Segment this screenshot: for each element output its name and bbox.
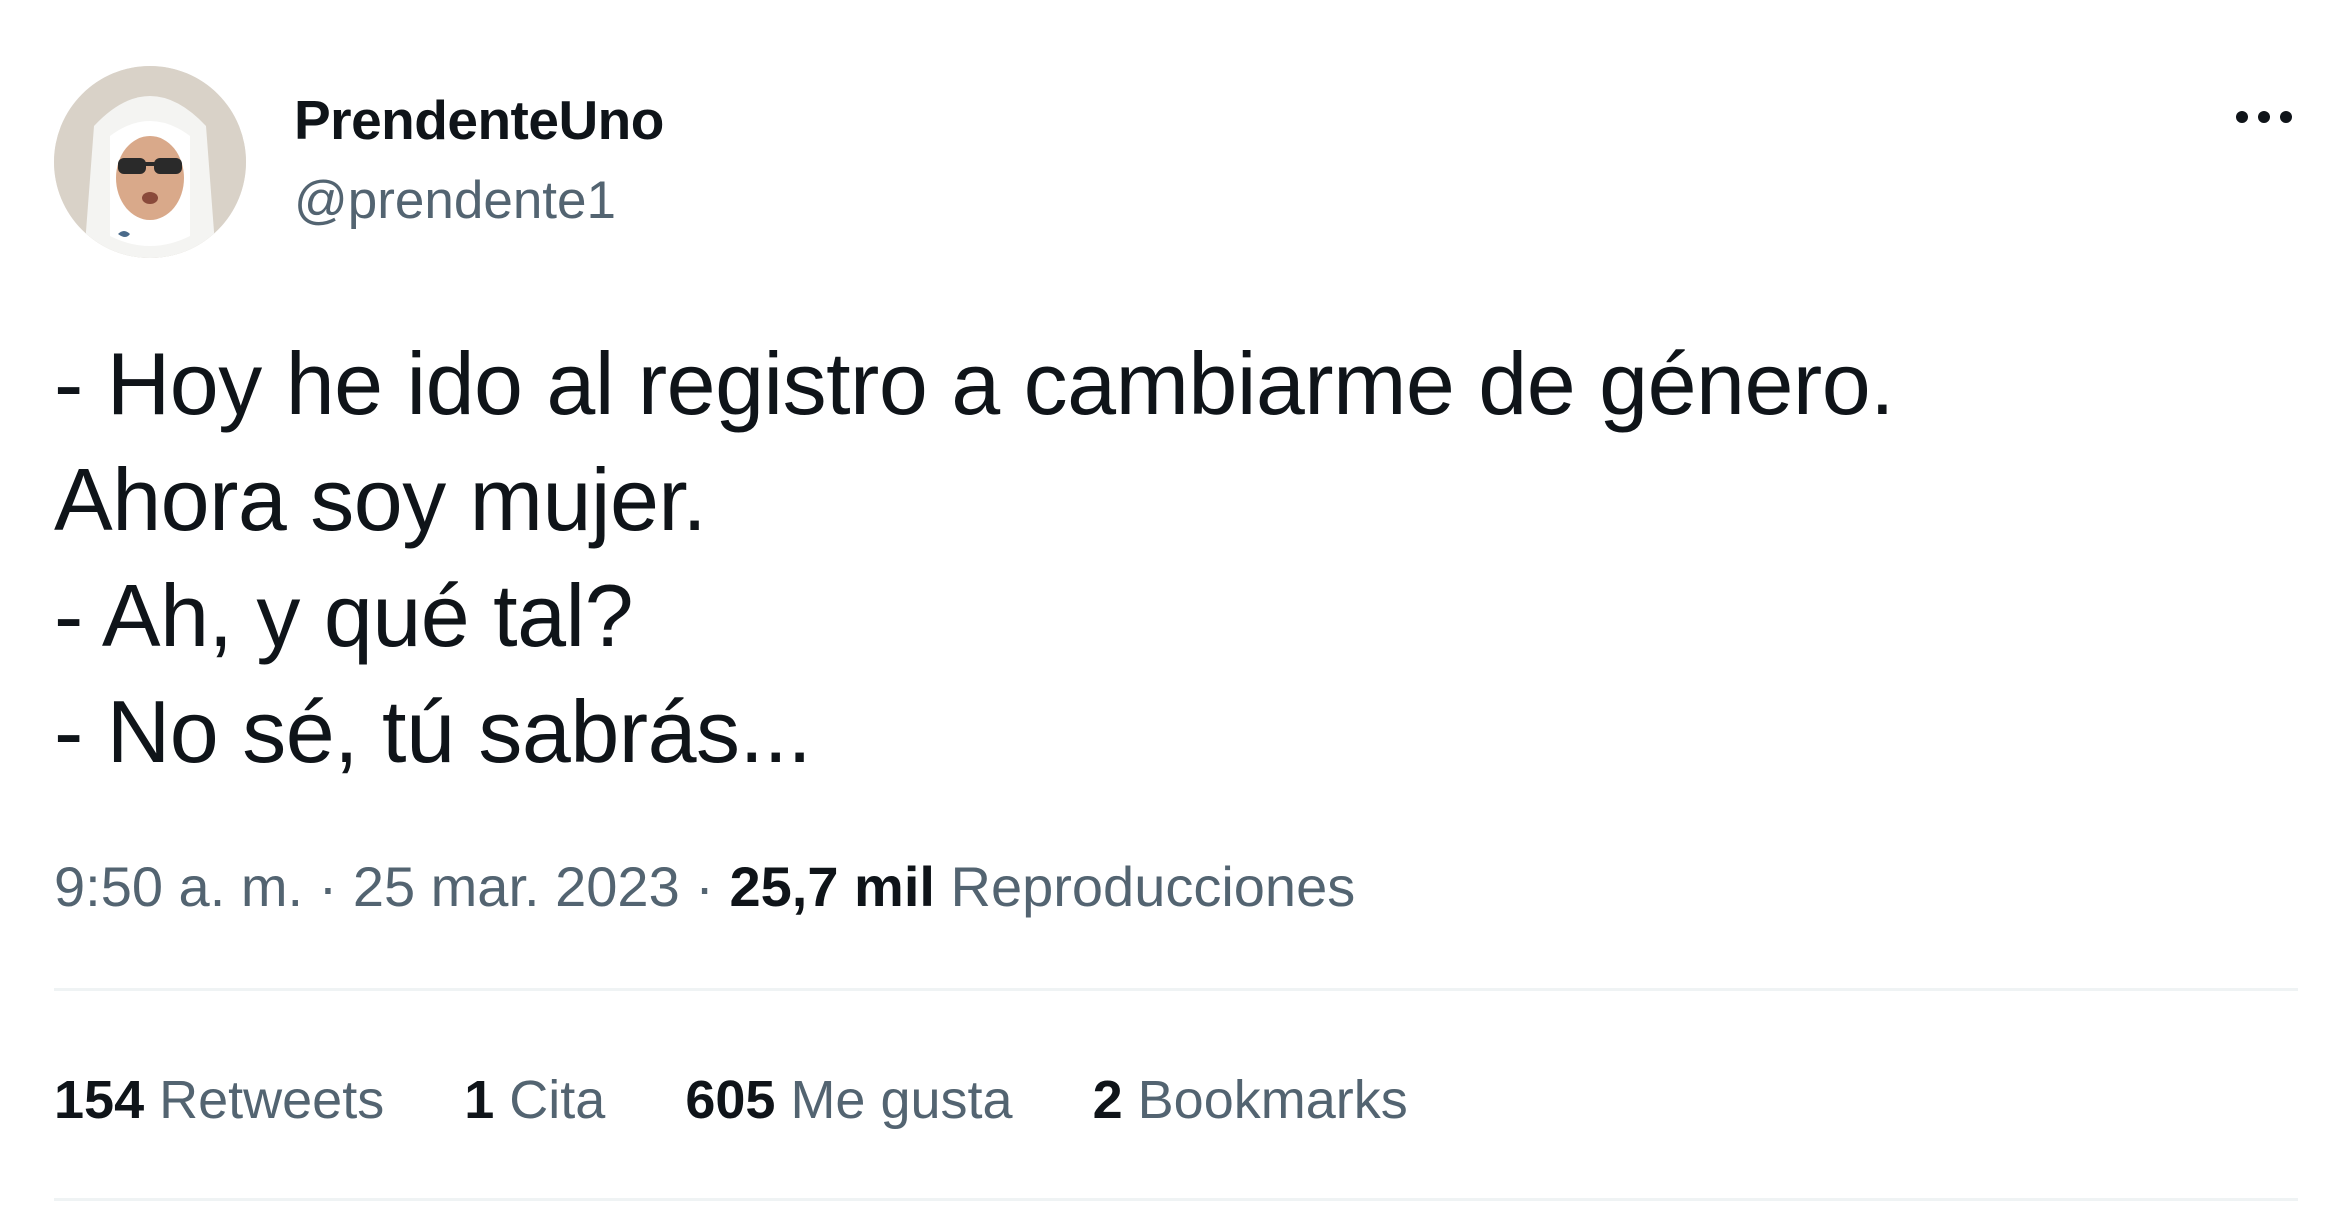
stat-count: 154	[54, 1070, 145, 1130]
avatar-image	[54, 66, 246, 258]
tweet-time[interactable]: 9:50 a. m.	[54, 855, 303, 918]
tweet-text-line: Ahora soy mujer.	[54, 450, 707, 549]
more-options-button[interactable]	[2228, 92, 2300, 142]
divider	[54, 1198, 2298, 1201]
tweet-metadata: 9:50 a. m. · 25 mar. 2023 · 25,7 mil Rep…	[54, 854, 1355, 920]
stat-retweets[interactable]: 154 Retweets	[54, 1068, 384, 1132]
meta-separator: ·	[318, 855, 338, 918]
stat-label: Bookmarks	[1137, 1070, 1408, 1130]
stat-label: Cita	[509, 1070, 606, 1130]
avatar[interactable]	[54, 66, 246, 258]
tweet-date[interactable]: 25 mar. 2023	[353, 855, 680, 918]
stat-quotes[interactable]: 1 Cita	[464, 1068, 605, 1132]
engagement-stats: 154 Retweets 1 Cita 605 Me gusta 2 Bookm…	[54, 1068, 1488, 1132]
stat-label: Me gusta	[790, 1070, 1013, 1130]
more-horizontal-icon	[2236, 111, 2292, 123]
tweet-card: PrendenteUno @prendente1 - Hoy he ido al…	[0, 0, 2350, 1224]
tweet-text: - Hoy he ido al registro a cambiarme de …	[54, 326, 2294, 790]
views-label: Reproducciones	[950, 855, 1356, 918]
tweet-text-line: - No sé, tú sabrás...	[54, 682, 812, 781]
views-count: 25,7 mil	[729, 855, 935, 918]
tweet-text-line: - Ah, y qué tal?	[54, 566, 634, 665]
stat-count: 1	[464, 1070, 495, 1130]
stat-bookmarks[interactable]: 2 Bookmarks	[1093, 1068, 1408, 1132]
stat-label: Retweets	[159, 1070, 385, 1130]
stat-likes[interactable]: 605 Me gusta	[685, 1068, 1012, 1132]
tweet-text-line: - Hoy he ido al registro a cambiarme de …	[54, 334, 1895, 433]
author-display-name[interactable]: PrendenteUno	[294, 88, 664, 152]
stat-count: 2	[1092, 1070, 1123, 1130]
stat-count: 605	[685, 1070, 776, 1130]
author-handle[interactable]: @prendente1	[294, 170, 616, 232]
divider	[54, 988, 2298, 991]
meta-separator: ·	[695, 855, 714, 918]
